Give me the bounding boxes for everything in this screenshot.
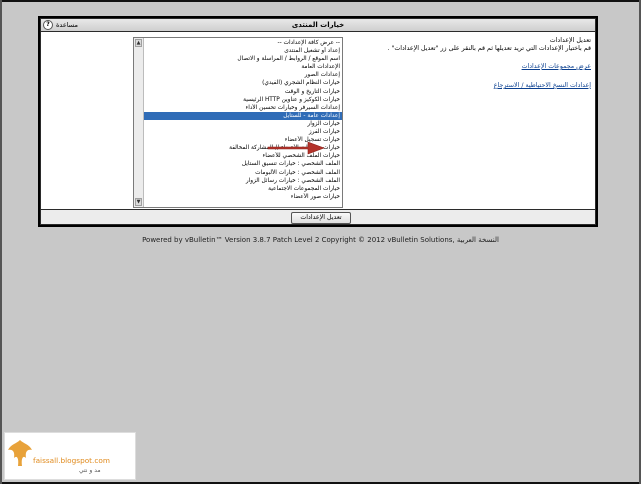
settings-list-item[interactable]: خيارات الفرز <box>144 128 342 136</box>
scroll-down-arrow-icon[interactable]: ▼ <box>135 198 142 206</box>
panel-footer: تعديل الإعدادات <box>41 210 595 224</box>
settings-list-item[interactable]: إعداد أو تشغيل المنتدى <box>144 47 342 55</box>
logo-tagline: مد و نتي <box>79 467 101 474</box>
panel-inner: خيارات المنتدى ? مساعدة ▲ ▼ -- عرض كافة … <box>40 18 596 225</box>
info-description: قم باختيار الإعدادات التي تريد تعديلها ث… <box>387 45 591 52</box>
info-heading: تعديل الإعدادات <box>549 37 591 44</box>
settings-list-item[interactable]: الملف الشخصي : خيارات رسائل الزوار <box>144 177 342 185</box>
settings-list-item[interactable]: خيارات النظام الشجري (الفيدي) <box>144 79 342 87</box>
panel-content: ▲ ▼ -- عرض كافة الإعدادات -- إعداد أو تشغ… <box>41 32 595 210</box>
settings-list-item[interactable]: إعدادات الصور <box>144 71 342 79</box>
logo-site-text: faissall.blogspot.com <box>33 456 110 465</box>
settings-list: -- عرض كافة الإعدادات -- إعداد أو تشغيل ا… <box>144 39 342 207</box>
save-settings-button[interactable]: تعديل الإعدادات <box>291 212 351 224</box>
settings-info: تعديل الإعدادات قم باختيار الإعدادات الت… <box>363 37 591 90</box>
help-icon: ? <box>43 20 53 30</box>
settings-list-item[interactable]: الملف الشخصي : خيارات تنسيق الستايل <box>144 160 342 168</box>
arabic-version-label: النسخة العربية <box>456 236 499 244</box>
settings-listbox[interactable]: ▲ ▼ -- عرض كافة الإعدادات -- إعداد أو تشغ… <box>133 37 343 208</box>
blog-logo: faissall.blogspot.com مد و نتي <box>4 432 136 480</box>
powered-by-footer: Powered by vBulletin™ Version 3.8.7 Patc… <box>0 236 641 244</box>
settings-list-item[interactable]: خيارات تسجيل الأعضاء <box>144 136 342 144</box>
settings-list-item[interactable]: إعدادات عامة - للستايل <box>144 111 342 120</box>
help-button[interactable]: ? مساعدة <box>43 20 78 30</box>
settings-list-item[interactable]: خيارات المجموعات الاجتماعية <box>144 185 342 193</box>
settings-list-item[interactable]: إعدادات السيرفر وخيارات تحسين الأداء <box>144 104 342 112</box>
settings-list-item[interactable]: خيارات التاريخ و الوقت <box>144 88 342 96</box>
settings-list-item[interactable]: اسم الموقع / الروابط / المراسلة و الاتصا… <box>144 55 342 63</box>
backup-restore-settings-link[interactable]: إعدادات النسخ الاحتياطية / الاسترجاع <box>363 82 591 90</box>
settings-list-item[interactable]: خيارات الملف الشخصي للأعضاء <box>144 152 342 160</box>
eagle-logo-icon <box>8 440 32 466</box>
settings-list-item[interactable]: خيارات الكوكيز و عناوين HTTP الرئيسية <box>144 96 342 104</box>
settings-list-item[interactable]: الملف الشخصي : خيارات الألبومات <box>144 169 342 177</box>
settings-list-item[interactable]: الإعدادات العامة <box>144 63 342 71</box>
help-label: مساعدة <box>56 21 78 29</box>
scroll-up-arrow-icon[interactable]: ▲ <box>135 39 142 47</box>
settings-list-item[interactable]: خيارات مخالفات الأعضاء // المشاركة المخا… <box>144 144 342 152</box>
powered-by-text: Powered by vBulletin™ Version 3.8.7 Patc… <box>142 236 453 244</box>
settings-list-item[interactable]: -- عرض كافة الإعدادات -- <box>144 39 342 47</box>
settings-list-item[interactable]: خيارات صور الأعضاء <box>144 193 342 201</box>
view-setting-groups-link[interactable]: عرض مجموعات الإعدادات <box>363 63 591 71</box>
panel-titlebar: خيارات المنتدى ? مساعدة <box>41 19 595 32</box>
panel-title: خيارات المنتدى <box>291 21 345 29</box>
screenshot-border-top <box>0 0 641 2</box>
listbox-scrollbar[interactable]: ▲ ▼ <box>134 38 144 207</box>
settings-list-item[interactable]: خيارات الزوار <box>144 120 342 128</box>
forum-options-panel: خيارات المنتدى ? مساعدة ▲ ▼ -- عرض كافة … <box>38 16 598 227</box>
